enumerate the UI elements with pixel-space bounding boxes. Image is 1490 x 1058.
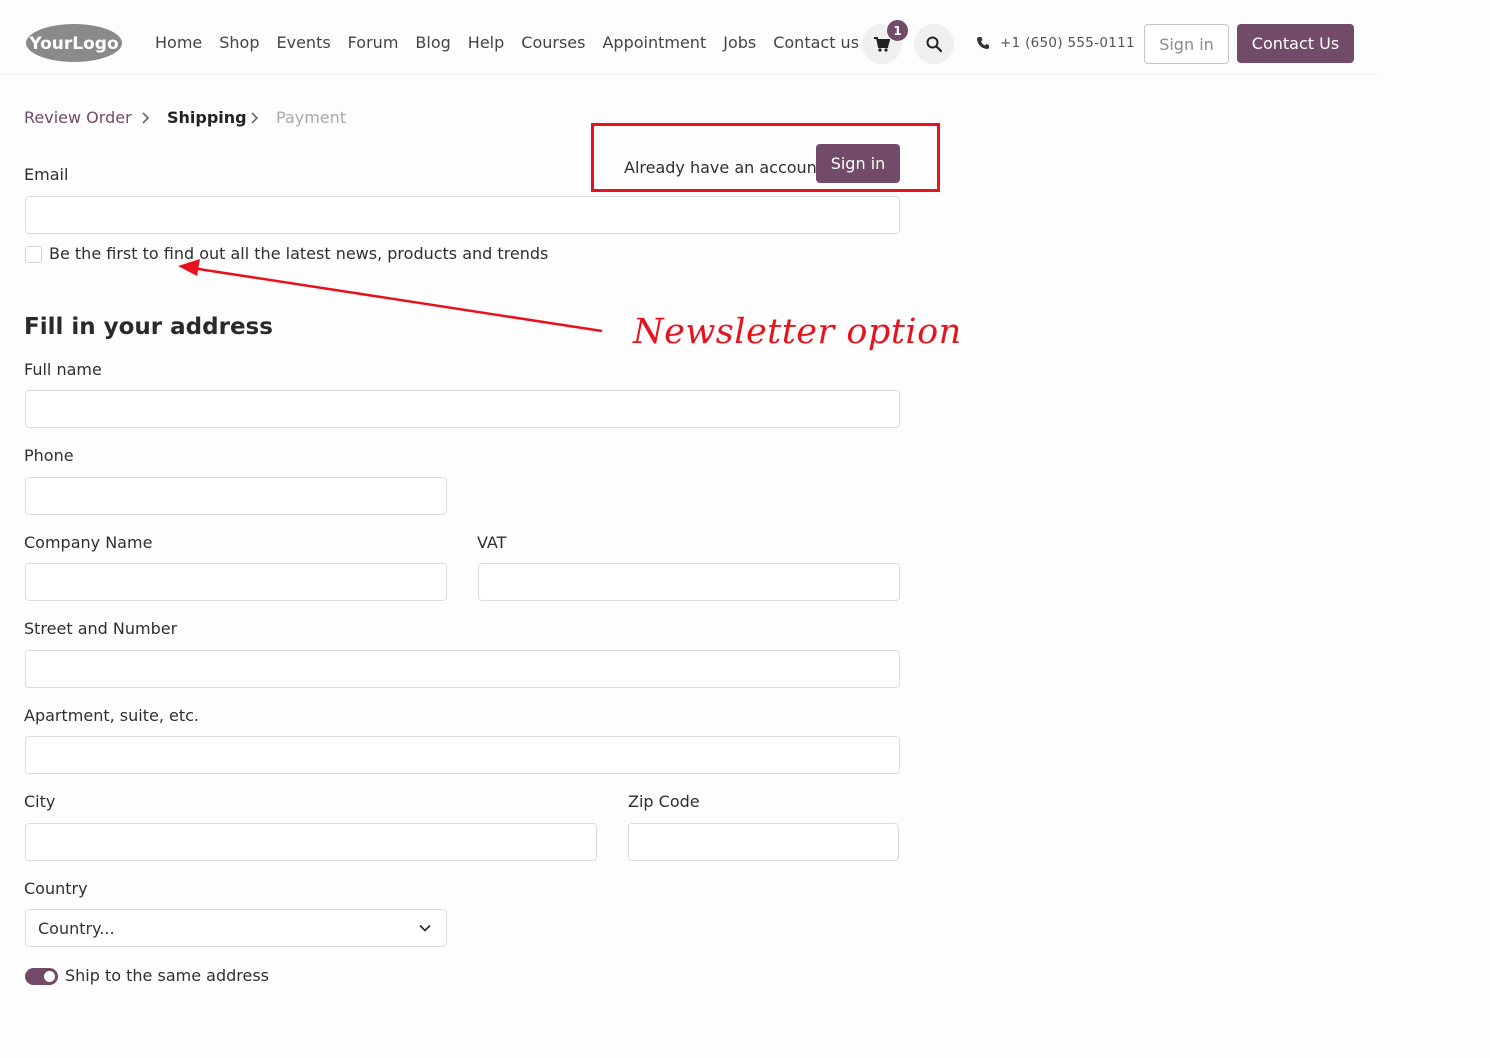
email-label: Email bbox=[24, 165, 69, 184]
full-name-label: Full name bbox=[24, 360, 102, 379]
company-name-label: Company Name bbox=[24, 533, 153, 552]
phone-label: Phone bbox=[24, 446, 74, 465]
header-sign-in-button[interactable]: Sign in bbox=[1144, 24, 1229, 64]
nav-shop[interactable]: Shop bbox=[219, 33, 259, 52]
phone-field[interactable] bbox=[25, 477, 447, 515]
nav-jobs[interactable]: Jobs bbox=[723, 33, 756, 52]
cart-icon bbox=[874, 36, 890, 52]
country-select-value: Country... bbox=[38, 918, 115, 938]
annotation-arrow-icon bbox=[178, 259, 603, 333]
ship-same-address-label: Ship to the same address bbox=[65, 966, 269, 985]
logo[interactable]: YourLogo bbox=[24, 22, 123, 64]
street-label: Street and Number bbox=[24, 619, 178, 638]
logo-text: YourLogo bbox=[28, 34, 118, 54]
nav-forum[interactable]: Forum bbox=[348, 33, 399, 52]
nav-contact-us[interactable]: Contact us bbox=[773, 33, 859, 52]
nav-appointment[interactable]: Appointment bbox=[602, 33, 706, 52]
annotation-label: Newsletter option bbox=[633, 312, 962, 352]
site-header: YourLogo Home Shop Events Forum Blog Hel… bbox=[0, 0, 1378, 75]
zip-code-label: Zip Code bbox=[628, 792, 700, 811]
annotation-highlight-box bbox=[591, 123, 940, 192]
zip-code-field[interactable] bbox=[628, 823, 899, 861]
nav-events[interactable]: Events bbox=[277, 33, 331, 52]
phone-link[interactable]: +1 (650) 555-0111 bbox=[976, 35, 1135, 51]
chevron-right-icon bbox=[250, 111, 259, 129]
main-nav: Home Shop Events Forum Blog Help Courses… bbox=[155, 33, 876, 52]
chevron-down-icon bbox=[418, 920, 432, 939]
email-field[interactable] bbox=[25, 196, 900, 234]
country-label: Country bbox=[24, 879, 88, 898]
nav-home[interactable]: Home bbox=[155, 33, 202, 52]
nav-courses[interactable]: Courses bbox=[521, 33, 585, 52]
chevron-right-icon bbox=[141, 111, 150, 129]
breadcrumb-shipping: Shipping bbox=[167, 108, 247, 127]
search-button[interactable] bbox=[914, 24, 954, 64]
header-contact-us-button[interactable]: Contact Us bbox=[1237, 24, 1354, 63]
street-field[interactable] bbox=[25, 650, 900, 688]
nav-blog[interactable]: Blog bbox=[415, 33, 450, 52]
phone-icon bbox=[977, 37, 989, 49]
apartment-field[interactable] bbox=[25, 736, 900, 774]
country-select[interactable]: Country... bbox=[25, 909, 447, 947]
phone-number: +1 (650) 555-0111 bbox=[1000, 35, 1135, 51]
vat-field[interactable] bbox=[478, 563, 900, 601]
toggle-knob bbox=[44, 971, 55, 982]
breadcrumb-review-order[interactable]: Review Order bbox=[24, 108, 132, 127]
full-name-field[interactable] bbox=[25, 390, 900, 428]
newsletter-checkbox[interactable] bbox=[25, 246, 42, 263]
city-label: City bbox=[24, 792, 56, 811]
breadcrumb-payment: Payment bbox=[276, 108, 347, 127]
company-name-field[interactable] bbox=[25, 563, 447, 601]
city-field[interactable] bbox=[25, 823, 597, 861]
nav-help[interactable]: Help bbox=[468, 33, 504, 52]
cart-count-badge: 1 bbox=[886, 19, 909, 42]
apartment-label: Apartment, suite, etc. bbox=[24, 706, 199, 725]
vat-label: VAT bbox=[477, 533, 507, 552]
search-icon bbox=[926, 36, 942, 52]
ship-same-address-toggle[interactable] bbox=[25, 968, 58, 985]
